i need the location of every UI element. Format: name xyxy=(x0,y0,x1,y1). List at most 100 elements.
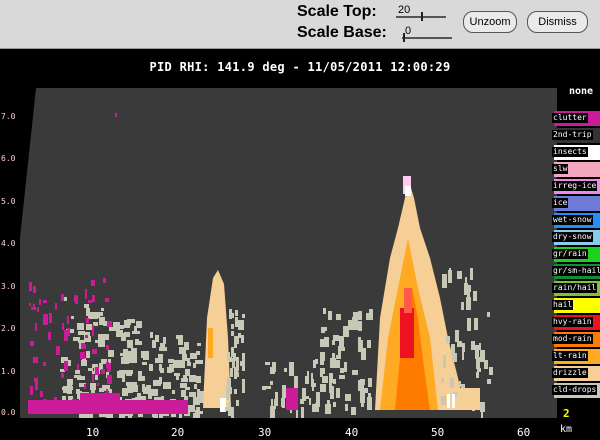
clutter-cell xyxy=(103,278,106,283)
cld-drops-cell xyxy=(101,308,104,311)
cld-drops-cell xyxy=(187,362,191,366)
cld-drops-cell xyxy=(320,352,325,361)
cld-drops-cell xyxy=(77,323,84,330)
cld-drops-cell xyxy=(126,373,132,376)
clutter-cell xyxy=(61,294,64,301)
clutter-cell xyxy=(85,289,87,299)
cld-drops-cell xyxy=(185,387,190,390)
scale-base-slider-thumb[interactable] xyxy=(403,33,405,42)
scale-base-label: Scale Base: xyxy=(297,24,387,41)
cld-drops-cell xyxy=(109,327,116,331)
cld-drops-cell xyxy=(229,387,232,394)
clutter-cell xyxy=(67,316,69,324)
legend-item: 2nd-trip xyxy=(552,128,600,143)
clutter-cell xyxy=(43,300,47,303)
clutter-cell xyxy=(33,286,36,293)
legend-label: 2nd-trip xyxy=(552,130,593,140)
cld-drops-cell xyxy=(108,350,114,357)
cld-drops-cell xyxy=(333,379,336,384)
cld-drops-cell xyxy=(99,317,105,325)
legend-label: ice xyxy=(552,198,569,208)
y-tick-label: 1.0 xyxy=(1,367,16,376)
cld-drops-cell xyxy=(449,268,451,279)
clutter-cell xyxy=(106,362,109,368)
cld-drops-cell xyxy=(262,386,266,390)
unzoom-button[interactable]: Unzoom xyxy=(463,11,517,33)
drizzle-cell xyxy=(460,388,480,410)
cld-drops-cell xyxy=(135,339,139,345)
insects-cell xyxy=(447,394,450,408)
legend-item: drizzle xyxy=(552,366,600,381)
hvy-rain-cell xyxy=(404,288,412,313)
cld-drops-cell xyxy=(470,268,473,280)
x-tick-label: 50 xyxy=(431,426,445,439)
cld-drops-cell xyxy=(466,302,468,307)
scale-top-value: 20 xyxy=(398,4,411,16)
cld-drops-cell xyxy=(368,378,372,387)
clutter-cell xyxy=(107,321,112,327)
cld-drops-cell xyxy=(282,396,285,408)
cld-drops-cell xyxy=(124,325,130,328)
cld-drops-cell xyxy=(284,368,287,372)
cld-drops-cell xyxy=(195,410,200,417)
clutter-cell xyxy=(31,307,36,310)
cld-drops-cell xyxy=(461,302,464,310)
clutter-cell xyxy=(30,386,33,395)
cld-drops-cell xyxy=(117,371,122,378)
cld-drops-cell xyxy=(176,335,183,339)
x-tick-label: 30 xyxy=(258,426,272,439)
cld-drops-cell xyxy=(226,386,229,400)
cld-drops-cell xyxy=(163,382,171,389)
cld-drops-cell xyxy=(300,399,304,404)
plot-title: PID RHI: 141.9 deg - 11/05/2011 12:00:29 xyxy=(149,60,451,74)
clutter-cell xyxy=(35,382,38,390)
scale-top-slider-thumb[interactable] xyxy=(421,12,423,21)
clutter-cell xyxy=(55,303,57,310)
legend-label: gr/rain xyxy=(552,249,588,259)
cld-drops-cell xyxy=(480,402,485,412)
cld-drops-cell xyxy=(63,387,67,393)
cld-drops-cell xyxy=(473,291,477,301)
cld-drops-cell xyxy=(236,357,239,369)
legend-label: dry-snow xyxy=(552,232,593,242)
cld-drops-cell xyxy=(236,372,239,377)
cld-drops-cell xyxy=(316,392,320,407)
cld-drops-cell xyxy=(336,388,340,398)
cld-drops-cell xyxy=(450,378,454,388)
cld-drops-cell xyxy=(225,407,228,411)
cld-drops-cell xyxy=(195,360,203,364)
cld-drops-cell xyxy=(143,357,149,360)
legend-label: rain/hail xyxy=(552,283,598,293)
cld-drops-cell xyxy=(270,381,273,385)
legend-item: rain/hail xyxy=(552,281,600,296)
cld-drops-cell xyxy=(234,389,237,394)
cld-drops-cell xyxy=(141,351,149,358)
cld-drops-cell xyxy=(339,375,345,379)
cld-drops-cell xyxy=(88,368,93,371)
clutter-cell xyxy=(34,378,38,382)
cld-drops-cell xyxy=(242,379,245,393)
legend-label: gr/sm-hail xyxy=(552,266,600,276)
rhi-plot-area[interactable] xyxy=(20,88,557,418)
cld-drops-cell xyxy=(172,390,175,394)
legend-label: insects xyxy=(552,147,588,157)
cld-drops-cell xyxy=(301,407,304,418)
cld-drops-cell xyxy=(242,359,245,371)
cld-drops-cell xyxy=(132,331,140,334)
cld-drops-cell xyxy=(71,316,74,319)
legend-item: insects xyxy=(552,145,600,160)
cld-drops-cell xyxy=(185,369,190,376)
cld-drops-cell xyxy=(231,324,234,329)
scale-base-slider[interactable] xyxy=(402,37,452,39)
cld-drops-cell xyxy=(159,364,162,371)
dismiss-button[interactable]: Dismiss xyxy=(527,11,588,33)
cld-drops-cell xyxy=(236,400,239,406)
scale-top-label: Scale Top: xyxy=(297,3,377,20)
clutter-cell xyxy=(74,295,77,300)
cld-drops-cell xyxy=(339,336,344,347)
cld-drops-cell xyxy=(321,327,325,333)
cld-drops-cell xyxy=(196,376,201,383)
clutter-cell xyxy=(49,313,52,323)
cld-drops-cell xyxy=(232,358,235,368)
cld-drops-cell xyxy=(91,388,95,393)
